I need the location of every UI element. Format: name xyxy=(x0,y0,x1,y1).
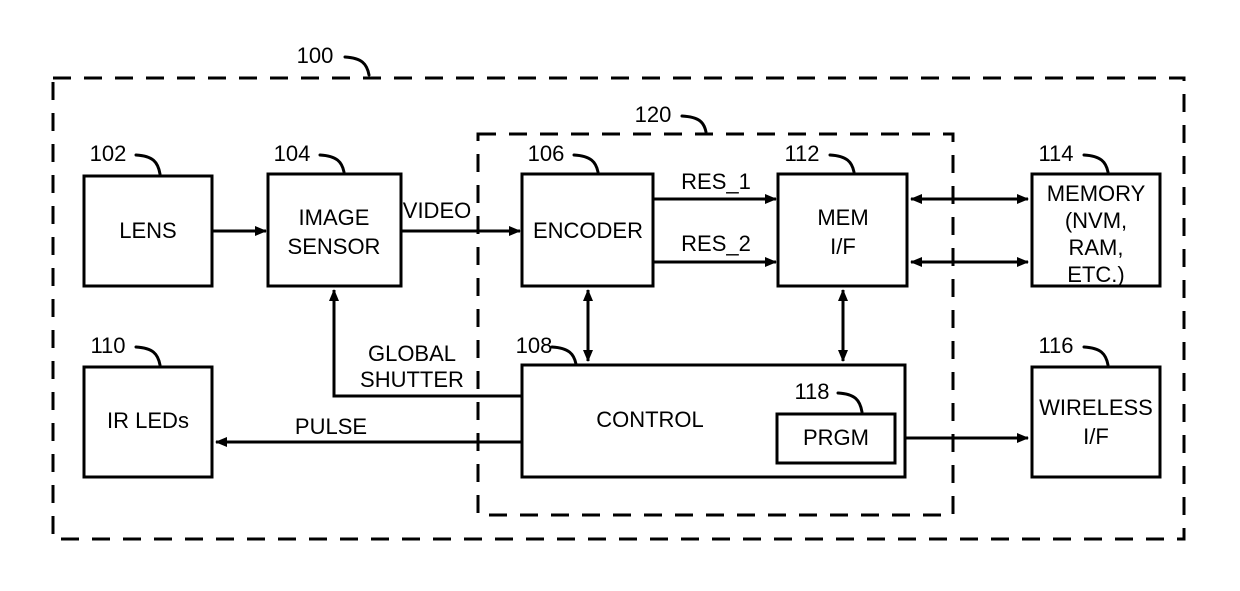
leader-line-108 xyxy=(550,345,578,366)
signal-label-res-1: RES_1 xyxy=(681,169,751,194)
signal-label-video: VIDEO xyxy=(403,198,471,223)
ref-number-120: 120 xyxy=(635,102,672,127)
signal-label-global-shutter-line2: SHUTTER xyxy=(360,367,464,392)
memory-label-line4: ETC.) xyxy=(1067,262,1124,287)
image-sensor-box[interactable] xyxy=(266,172,403,288)
block-diagram: 100 120 LENS 102 IMAGE SENSOR 104 ENCODE… xyxy=(51,43,1186,541)
ref-number-112: 112 xyxy=(784,141,819,166)
signal-label-res-2: RES_2 xyxy=(681,231,751,256)
block-lens[interactable]: LENS 102 xyxy=(82,141,214,288)
memory-label-line2: (NVM, xyxy=(1065,208,1127,233)
ref-number-104: 104 xyxy=(274,141,311,166)
figure-canvas: 100 120 LENS 102 IMAGE SENSOR 104 ENCODE… xyxy=(0,0,1240,591)
block-memory[interactable]: MEMORY (NVM, RAM, ETC.) 114 xyxy=(1030,141,1162,288)
leader-line-114 xyxy=(1082,153,1110,174)
prgm-label: PRGM xyxy=(803,425,869,450)
ref-number-116: 116 xyxy=(1038,333,1073,358)
signal-label-global-shutter-line1: GLOBAL xyxy=(368,341,456,366)
signal-label-pulse: PULSE xyxy=(295,414,367,439)
wireless-if-box[interactable] xyxy=(1030,365,1162,479)
leader-line-104 xyxy=(318,153,346,174)
encoder-label: ENCODER xyxy=(533,218,643,243)
block-wireless-if[interactable]: WIRELESS I/F 116 xyxy=(1030,333,1162,479)
wireless-if-label-line2: I/F xyxy=(1083,424,1109,449)
block-ir-leds[interactable]: IR LEDs 110 xyxy=(82,333,214,479)
mem-if-label-line2: I/F xyxy=(830,234,856,259)
leader-line-112 xyxy=(828,153,856,174)
ref-number-110: 110 xyxy=(90,333,125,358)
ref-number-100: 100 xyxy=(297,43,334,68)
ref-number-114: 114 xyxy=(1038,141,1073,166)
leader-line-106 xyxy=(572,153,600,174)
block-mem-if[interactable]: MEM I/F 112 xyxy=(776,141,909,288)
leader-line-116 xyxy=(1082,345,1110,367)
image-sensor-label-line2: SENSOR xyxy=(288,234,381,259)
memory-label-line1: MEMORY xyxy=(1047,181,1146,206)
mem-if-box[interactable] xyxy=(776,172,909,288)
leader-line-102 xyxy=(134,153,162,176)
ref-number-102: 102 xyxy=(90,141,127,166)
leader-line-120 xyxy=(680,114,708,134)
block-image-sensor[interactable]: IMAGE SENSOR 104 xyxy=(266,141,403,288)
ref-number-108: 108 xyxy=(516,333,553,358)
leader-line-100 xyxy=(343,55,371,77)
mem-if-label-line1: MEM xyxy=(817,205,868,230)
ref-number-118: 118 xyxy=(794,379,829,404)
ref-number-106: 106 xyxy=(528,141,565,166)
control-label: CONTROL xyxy=(596,407,704,432)
ir-leds-label: IR LEDs xyxy=(107,408,189,433)
leader-line-110 xyxy=(134,345,162,367)
block-encoder[interactable]: ENCODER 106 xyxy=(520,141,655,288)
memory-label-line3: RAM, xyxy=(1069,235,1124,260)
wireless-if-label-line1: WIRELESS xyxy=(1039,395,1153,420)
lens-label: LENS xyxy=(119,218,176,243)
image-sensor-label-line1: IMAGE xyxy=(299,205,370,230)
